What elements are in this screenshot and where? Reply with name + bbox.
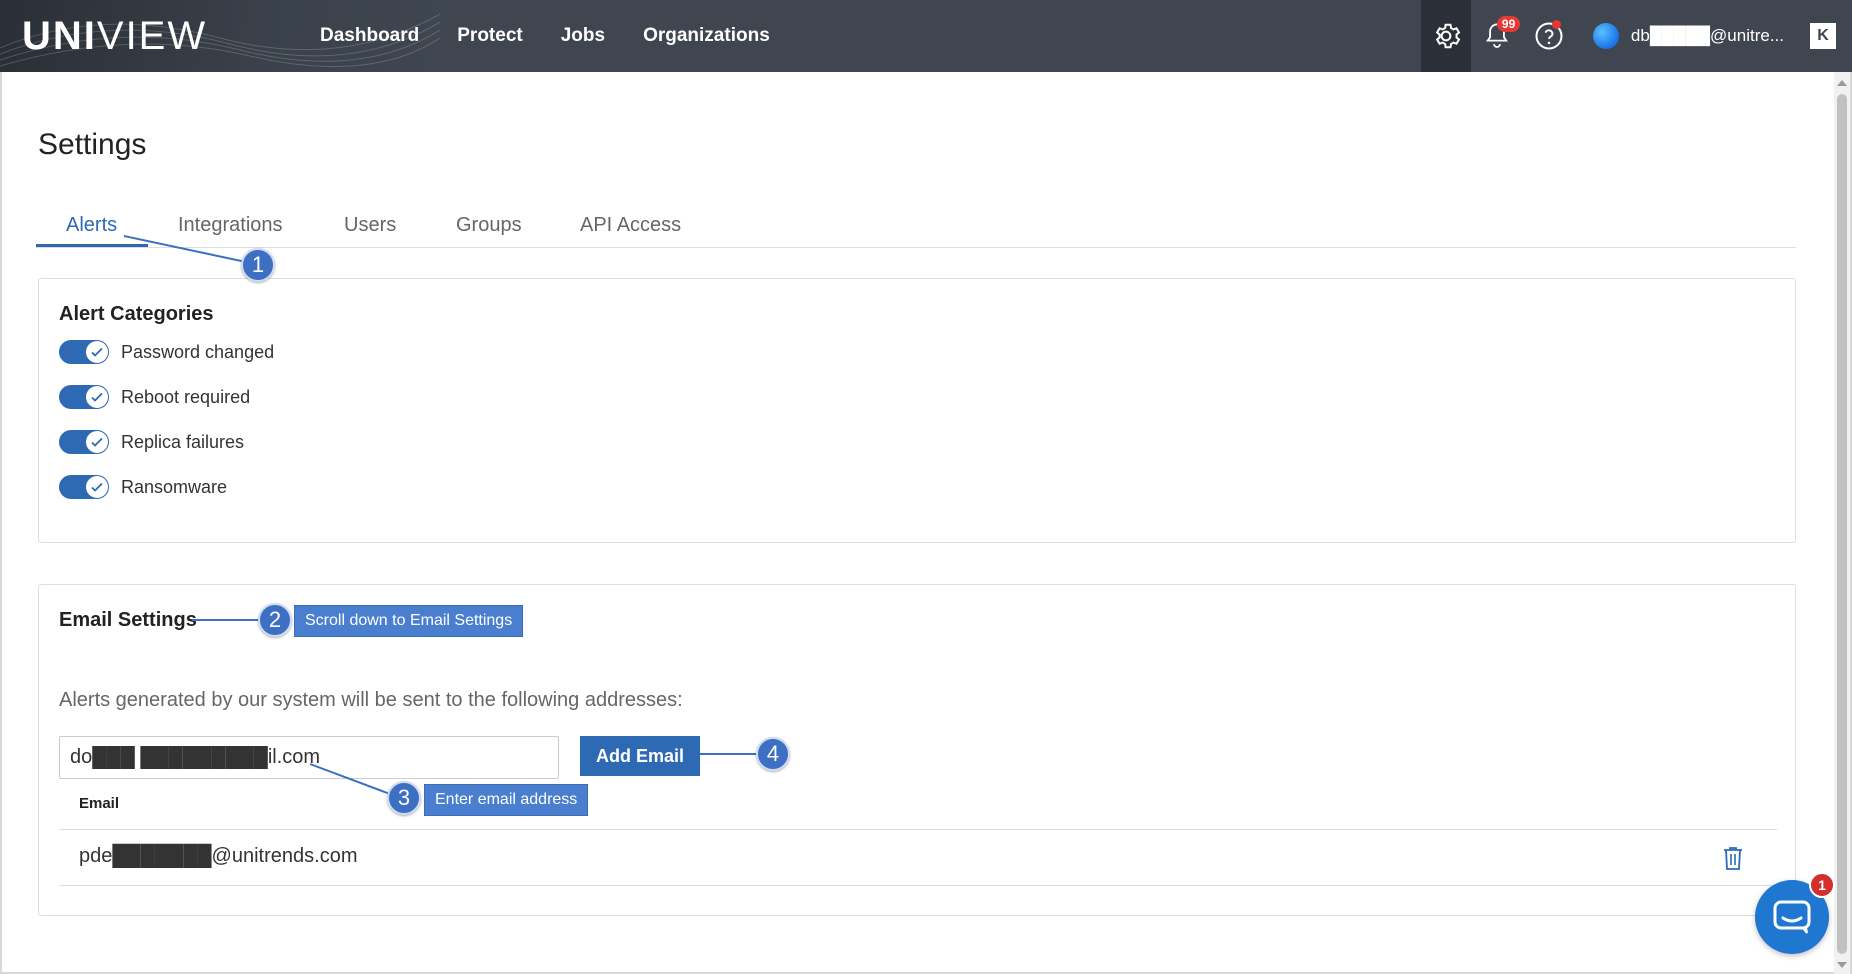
annotation-3-marker: 3: [387, 781, 421, 815]
settings-button[interactable]: [1420, 0, 1471, 72]
tab-alerts[interactable]: Alerts: [66, 214, 117, 237]
help-button[interactable]: [1523, 0, 1575, 72]
table-divider: [59, 885, 1777, 886]
chat-unread-badge: 1: [1809, 872, 1835, 898]
add-email-button[interactable]: Add Email: [580, 736, 700, 776]
page-scrollbar[interactable]: [1834, 72, 1850, 974]
email-input[interactable]: [59, 736, 559, 779]
alert-categories-title: Alert Categories: [59, 303, 214, 325]
nav-jobs[interactable]: Jobs: [561, 25, 605, 47]
k-app-icon[interactable]: K: [1810, 23, 1836, 49]
help-notification-dot: [1551, 20, 1561, 29]
reboot-required-toggle[interactable]: [59, 385, 109, 409]
email-settings-title: Email Settings: [59, 609, 197, 631]
table-row-email: pde███████@unitrends.com: [79, 845, 358, 867]
toggle-row-replica-failures[interactable]: Replica failures: [59, 429, 244, 455]
main-nav: Dashboard Protect Jobs Organizations: [320, 0, 808, 72]
logo-light-text: VIEW: [96, 14, 208, 58]
nav-protect[interactable]: Protect: [457, 25, 522, 47]
toggle-label: Ransomware: [121, 476, 228, 497]
user-name: db█████@unitre...: [1630, 26, 1784, 45]
user-menu[interactable]: db█████@unitre...: [1575, 23, 1810, 49]
password-changed-toggle[interactable]: [59, 340, 109, 364]
logo-bold-text: UNI: [22, 14, 97, 58]
settings-tabs: Alerts Integrations Users Groups API Acc…: [36, 208, 1796, 248]
notifications-badge: 99: [1496, 16, 1521, 32]
check-icon: [91, 392, 103, 402]
active-tab-underline: [36, 244, 148, 247]
toggle-row-ransomware[interactable]: Ransomware: [59, 474, 227, 500]
scroll-down-arrow-icon[interactable]: [1837, 962, 1847, 968]
toggle-label: Password changed: [121, 341, 275, 362]
avatar: [1592, 23, 1619, 49]
toggle-row-password-changed[interactable]: Password changed: [59, 339, 274, 365]
tab-users[interactable]: Users: [344, 214, 396, 237]
chat-button[interactable]: 1: [1755, 872, 1835, 954]
replica-failures-toggle[interactable]: [59, 430, 109, 454]
top-right-controls: 99 db█████@unitre... K: [1420, 0, 1852, 72]
annotation-3-label: Enter email address: [424, 784, 589, 816]
chat-bubble-icon: [1773, 900, 1811, 934]
toggle-row-reboot-required[interactable]: Reboot required: [59, 384, 250, 410]
scroll-thumb[interactable]: [1837, 94, 1847, 954]
uniview-logo[interactable]: UNIVIEW: [22, 16, 207, 56]
table-divider: [59, 829, 1777, 830]
nav-dashboard[interactable]: Dashboard: [320, 25, 419, 47]
top-navbar: UNIVIEW Dashboard Protect Jobs Organizat…: [0, 0, 1852, 72]
tab-integrations[interactable]: Integrations: [178, 214, 283, 237]
email-column-header: Email: [79, 795, 120, 812]
tab-groups[interactable]: Groups: [456, 214, 522, 237]
tab-api-access[interactable]: API Access: [580, 214, 681, 237]
check-icon: [91, 437, 103, 447]
gear-icon: [1435, 23, 1461, 49]
annotation-4-marker: 4: [756, 737, 790, 771]
nav-organizations[interactable]: Organizations: [643, 25, 770, 47]
email-settings-description: Alerts generated by our system will be s…: [59, 689, 683, 711]
notifications-button[interactable]: 99: [1471, 0, 1523, 72]
check-icon: [91, 347, 103, 357]
check-icon: [91, 482, 103, 492]
annotation-2-marker: 2: [258, 603, 292, 637]
trash-icon[interactable]: [1721, 845, 1745, 871]
toggle-label: Reboot required: [121, 386, 251, 407]
toggle-label: Replica failures: [121, 431, 245, 452]
annotation-2-label: Scroll down to Email Settings: [294, 605, 524, 637]
annotation-1-marker: 1: [241, 248, 275, 282]
page-title: Settings: [38, 128, 147, 161]
scroll-up-arrow-icon[interactable]: [1837, 80, 1847, 86]
ransomware-toggle[interactable]: [59, 475, 109, 499]
alert-categories-card: Alert Categories Password changed Reboot…: [38, 278, 1796, 543]
